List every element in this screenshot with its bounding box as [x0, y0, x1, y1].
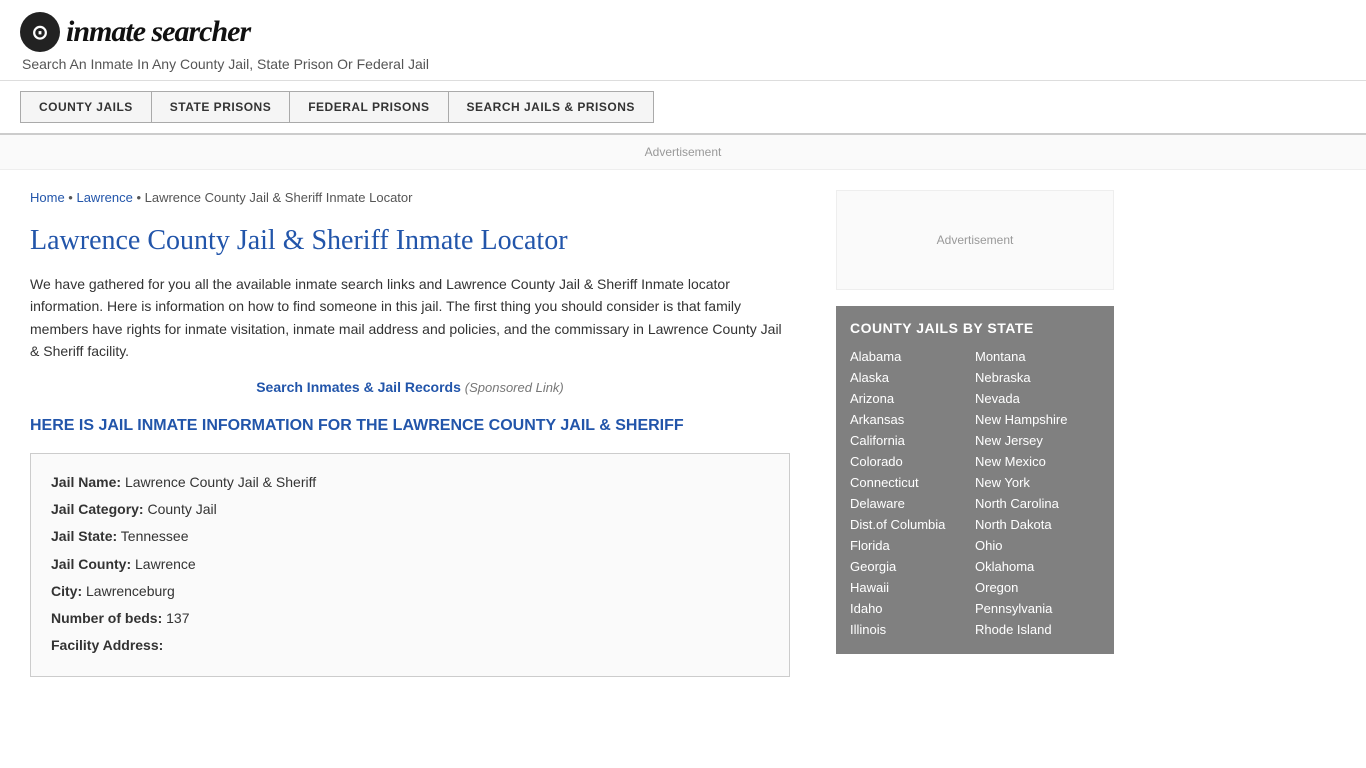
info-city-row: City: Lawrenceburg [51, 579, 769, 604]
nav-county-jails[interactable]: COUNTY JAILS [20, 91, 152, 123]
state-link[interactable]: Delaware [850, 493, 975, 514]
info-beds-row: Number of beds: 137 [51, 606, 769, 631]
state-link[interactable]: Arizona [850, 388, 975, 409]
nav-federal-prisons[interactable]: FEDERAL PRISONS [289, 91, 448, 123]
state-link[interactable]: Rhode Island [975, 619, 1100, 640]
states-col2: MontanaNebraskaNevadaNew HampshireNew Je… [975, 346, 1100, 640]
jail-state-value-text: Tennessee [121, 528, 189, 544]
sponsored-link-area: Search Inmates & Jail Records (Sponsored… [30, 379, 790, 395]
state-link[interactable]: Illinois [850, 619, 975, 640]
jail-county-value-text: Lawrence [135, 556, 196, 572]
state-link[interactable]: Nevada [975, 388, 1100, 409]
state-link[interactable]: Dist.of Columbia [850, 514, 975, 535]
breadcrumb-lawrence[interactable]: Lawrence [76, 190, 132, 205]
tagline: Search An Inmate In Any County Jail, Sta… [22, 56, 1346, 72]
jail-name-label: Jail Name: [51, 474, 121, 490]
jail-county-label: Jail County: [51, 556, 131, 572]
state-link[interactable]: Montana [975, 346, 1100, 367]
logo-icon: ⊙ [20, 12, 60, 52]
beds-value-text: 137 [166, 610, 189, 626]
state-link[interactable]: Oklahoma [975, 556, 1100, 577]
state-link[interactable]: California [850, 430, 975, 451]
breadcrumb-sep1: • [65, 190, 77, 205]
ad-banner: Advertisement [0, 135, 1366, 170]
jail-category-label: Jail Category: [51, 501, 144, 517]
breadcrumb: Home • Lawrence • Lawrence County Jail &… [30, 190, 790, 205]
county-jails-title: COUNTY JAILS BY STATE [850, 320, 1100, 336]
main-layout: Home • Lawrence • Lawrence County Jail &… [0, 170, 1366, 697]
state-link[interactable]: New Jersey [975, 430, 1100, 451]
info-jail-county-row: Jail County: Lawrence [51, 552, 769, 577]
sponsored-tag: (Sponsored Link) [465, 380, 564, 395]
breadcrumb-current: Lawrence County Jail & Sheriff Inmate Lo… [145, 190, 413, 205]
breadcrumb-home[interactable]: Home [30, 190, 65, 205]
state-link[interactable]: Hawaii [850, 577, 975, 598]
info-jail-name-row: Jail Name: Lawrence County Jail & Sherif… [51, 470, 769, 495]
states-grid: AlabamaAlaskaArizonaArkansasCaliforniaCo… [850, 346, 1100, 640]
state-link[interactable]: Ohio [975, 535, 1100, 556]
address-label: Facility Address: [51, 637, 163, 653]
state-link[interactable]: Oregon [975, 577, 1100, 598]
state-link[interactable]: New Mexico [975, 451, 1100, 472]
sponsored-link[interactable]: Search Inmates & Jail Records [256, 379, 461, 395]
info-jail-state-row: Jail State: Tennessee [51, 524, 769, 549]
state-link[interactable]: New Hampshire [975, 409, 1100, 430]
nav-bar: COUNTY JAILS STATE PRISONS FEDERAL PRISO… [0, 81, 1366, 135]
states-col1: AlabamaAlaskaArizonaArkansasCaliforniaCo… [850, 346, 975, 640]
logo-area: ⊙ inmate searcher [20, 12, 1346, 52]
state-link[interactable]: Connecticut [850, 472, 975, 493]
city-label: City: [51, 583, 82, 599]
section-heading: HERE IS JAIL INMATE INFORMATION FOR THE … [30, 415, 790, 437]
body-text: We have gathered for you all the availab… [30, 273, 790, 363]
city-value-text: Lawrenceburg [86, 583, 175, 599]
state-link[interactable]: Florida [850, 535, 975, 556]
state-link[interactable]: Georgia [850, 556, 975, 577]
info-box: Jail Name: Lawrence County Jail & Sherif… [30, 453, 790, 677]
state-link[interactable]: New York [975, 472, 1100, 493]
jail-name-value-text: Lawrence County Jail & Sheriff [125, 474, 316, 490]
state-link[interactable]: Nebraska [975, 367, 1100, 388]
county-jails-box: COUNTY JAILS BY STATE AlabamaAlaskaArizo… [836, 306, 1114, 654]
state-link[interactable]: Alabama [850, 346, 975, 367]
sidebar: Advertisement COUNTY JAILS BY STATE Alab… [820, 170, 1130, 697]
info-jail-category-row: Jail Category: County Jail [51, 497, 769, 522]
content-area: Home • Lawrence • Lawrence County Jail &… [0, 170, 820, 697]
nav-state-prisons[interactable]: STATE PRISONS [151, 91, 290, 123]
info-address-row: Facility Address: [51, 633, 769, 658]
nav-search-jails[interactable]: SEARCH JAILS & PRISONS [448, 91, 654, 123]
state-link[interactable]: Arkansas [850, 409, 975, 430]
page-title: Lawrence County Jail & Sheriff Inmate Lo… [30, 225, 790, 257]
state-link[interactable]: North Dakota [975, 514, 1100, 535]
state-link[interactable]: North Carolina [975, 493, 1100, 514]
jail-category-value-text: County Jail [147, 501, 216, 517]
sidebar-ad: Advertisement [836, 190, 1114, 290]
state-link[interactable]: Idaho [850, 598, 975, 619]
beds-label: Number of beds: [51, 610, 162, 626]
state-link[interactable]: Pennsylvania [975, 598, 1100, 619]
jail-state-label: Jail State: [51, 528, 117, 544]
logo-text: inmate searcher [66, 15, 250, 49]
header: ⊙ inmate searcher Search An Inmate In An… [0, 0, 1366, 81]
logo-text-span: inmate searcher [66, 15, 250, 48]
breadcrumb-sep2: • [133, 190, 145, 205]
state-link[interactable]: Alaska [850, 367, 975, 388]
state-link[interactable]: Colorado [850, 451, 975, 472]
